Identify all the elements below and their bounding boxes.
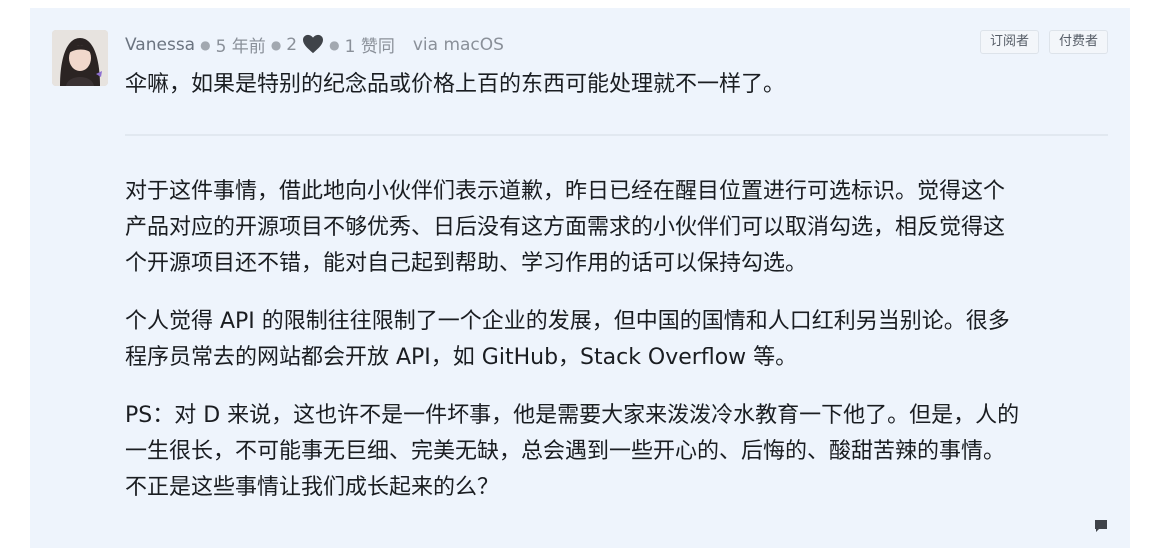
separator-dot: ● [200, 37, 211, 52]
paragraph-line: 个开源项目还不错，能对自己起到帮助、学习作用的话可以保持勾选。 [125, 251, 808, 276]
author-name[interactable]: Vanessa [125, 35, 195, 55]
paragraph-line: 不正是这些事情让我们成长起来的么？ [125, 475, 500, 500]
paragraph-line: 对于这件事情，借此地向小伙伴们表示道歉，昨日已经在醒目位置进行可选标识。觉得这个 [125, 179, 1006, 204]
avatar-image [52, 30, 108, 86]
comment-body: 对于这件事情，借此地向小伙伴们表示道歉，昨日已经在醒目位置进行可选标识。觉得这个… [125, 174, 1105, 528]
subscriber-badge: 订阅者 [979, 30, 1039, 54]
separator-dot: ● [270, 37, 282, 52]
paragraph-line: 一生很长，不可能事无巨细、完美无缺，总会遇到一些开心的、后悔的、酸甜苦辣的事情。 [125, 439, 1006, 464]
paragraph: PS：对 D 来说，这也许不是一件坏事，他是需要大家来泼泼冷水教育一下他了。但是… [125, 398, 1105, 506]
divider [125, 134, 1108, 136]
paragraph: 个人觉得 API 的限制往往限制了一个企业的发展，但中国的国情和人口红利另当别论… [125, 304, 1105, 376]
avatar[interactable] [52, 30, 108, 86]
paragraph-line: 个人觉得 API 的限制往往限制了一个企业的发展，但中国的国情和人口红利另当别论… [125, 309, 1010, 334]
comment-icon[interactable] [1094, 518, 1108, 532]
paragraph-line: 产品对应的开源项目不够优秀、日后没有这方面需求的小伙伴们可以取消勾选，相反觉得这 [125, 215, 1006, 240]
upvote-count: 1 赞同 [344, 37, 395, 57]
paragraph-line: PS：对 D 来说，这也许不是一件坏事，他是需要大家来泼泼冷水教育一下他了。但是… [125, 403, 1020, 428]
comment-meta: Vanessa ● 5 年前 ● 2 ● 1 赞同 via macOS [125, 32, 504, 59]
paid-member-badge: 付费者 [1048, 30, 1108, 54]
paragraph-line: 程序员常去的网站都会开放 API，如 GitHub，Stack Overflow… [125, 345, 798, 370]
user-badges: 订阅者 付费者 [979, 30, 1108, 54]
like-count: 2 [286, 34, 298, 55]
comment-card: Vanessa ● 5 年前 ● 2 ● 1 赞同 via macOS 订阅者 … [30, 8, 1130, 548]
client-info: via macOS [412, 34, 504, 55]
reply-text: 伞嘛，如果是特别的纪念品或价格上百的东西可能处理就不一样了。 [125, 72, 786, 97]
heart-icon[interactable] [302, 34, 324, 59]
paragraph: 对于这件事情，借此地向小伙伴们表示道歉，昨日已经在醒目位置进行可选标识。觉得这个… [125, 174, 1105, 282]
separator-dot: ● [329, 37, 340, 52]
time-ago[interactable]: 5 年前 [216, 32, 266, 57]
